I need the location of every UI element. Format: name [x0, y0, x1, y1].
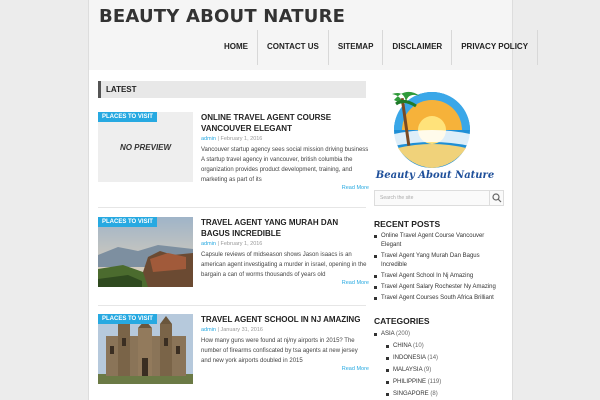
nav-contact-us[interactable]: CONTACT US [257, 30, 328, 65]
subcategory-name[interactable]: INDONESIA [393, 355, 426, 361]
post-date: January 31, 2016 [220, 327, 263, 333]
site-logo[interactable]: Beauty About Nature [374, 78, 496, 183]
meta-separator: | [217, 327, 219, 333]
post-author[interactable]: admin [201, 241, 216, 247]
subcategory-name[interactable]: SINGAPORE [393, 391, 429, 397]
recent-post-link[interactable]: Travel Agent School In Nj Amazing [374, 272, 504, 281]
post-date: February 1, 2016 [220, 136, 263, 142]
categories-title: CATEGORIES [374, 316, 430, 326]
category-badge[interactable]: PLACES TO VISIT [98, 112, 157, 122]
read-more-link[interactable]: Read More [342, 185, 369, 191]
post-excerpt: Capsule reviews of midseason shows Jason… [201, 252, 367, 278]
main-nav: HOME CONTACT US SITEMAP DISCLAIMER PRIVA… [215, 30, 539, 70]
subcategory-count: (119) [427, 379, 442, 385]
recent-post-link[interactable]: Travel Agent Yang Murah Dan Bagus Incred… [374, 252, 504, 270]
recent-post-link[interactable]: Travel Agent Salary Rochester Ny Amazing [374, 283, 504, 292]
post-date: February 1, 2016 [220, 241, 263, 247]
subcategory-list: CHINA (10) INDONESIA (14) MALAYSIA (9) P… [381, 342, 504, 399]
read-more-link[interactable]: Read More [342, 280, 369, 286]
post-thumbnail[interactable]: PLACES TO VISIT [98, 314, 193, 384]
no-preview-label: NO PREVIEW [119, 143, 172, 152]
post-author[interactable]: admin [201, 136, 216, 142]
post-item: PLACES TO VISIT TRAVEL AGENT SCHOOL IN N… [98, 314, 369, 400]
category-count: (200) [396, 331, 411, 337]
post-author[interactable]: admin [201, 327, 216, 333]
divider [98, 207, 366, 208]
subcategory-count: (10) [413, 343, 424, 349]
subcategory-item[interactable]: CHINA (10) [386, 342, 504, 351]
post-meta: admin | February 1, 2016 [201, 241, 262, 247]
recent-posts-list: Online Travel Agent Course Vancouver Ele… [374, 232, 504, 303]
meta-separator: | [217, 241, 219, 247]
cliff-landscape-image [98, 217, 193, 287]
nav-privacy-policy[interactable]: PRIVACY POLICY [451, 30, 539, 65]
categories-list: ASIA (200) CHINA (10) INDONESIA (14) MAL… [374, 330, 504, 400]
subcategory-item[interactable]: PHILIPPINE (119) [386, 378, 504, 387]
subcategory-name[interactable]: PHILIPPINE [393, 379, 426, 385]
read-more-link[interactable]: Read More [342, 366, 369, 372]
subcategory-item[interactable]: SINGAPORE (8) [386, 390, 504, 399]
nav-sitemap[interactable]: SITEMAP [327, 30, 383, 65]
post-title[interactable]: ONLINE TRAVEL AGENT COURSE VANCOUVER ELE… [201, 112, 369, 134]
site-header: BEAUTY ABOUT NATURE HOME CONTACT US SITE… [88, 0, 539, 70]
gothic-building-image [98, 314, 193, 384]
meta-separator: | [217, 136, 219, 142]
subcategory-name[interactable]: MALAYSIA [393, 367, 422, 373]
recent-post-link[interactable]: Online Travel Agent Course Vancouver Ele… [374, 232, 504, 250]
subcategory-count: (8) [430, 391, 438, 397]
category-badge[interactable]: PLACES TO VISIT [98, 217, 157, 227]
divider [98, 305, 366, 306]
post-excerpt: How many guns were found at nj/ny airpor… [201, 338, 358, 364]
nav-home[interactable]: HOME [215, 30, 257, 65]
post-thumbnail[interactable]: PLACES TO VISIT NO PREVIEW [98, 112, 193, 182]
post-item: PLACES TO VISIT NO PREVIEW ONLINE TRAVEL… [98, 112, 369, 202]
post-title[interactable]: TRAVEL AGENT YANG MURAH DAN BAGUS INCRED… [201, 217, 369, 239]
post-meta: admin | February 1, 2016 [201, 136, 262, 142]
search-icon [492, 193, 502, 203]
logo-text: Beauty About Nature [375, 170, 494, 181]
subcategory-item[interactable]: MALAYSIA (9) [386, 366, 504, 375]
site-title[interactable]: BEAUTY ABOUT NATURE [99, 6, 345, 27]
section-title: LATEST [98, 81, 366, 98]
content-area: LATEST PLACES TO VISIT NO PREVIEW ONLINE… [88, 70, 513, 400]
post-item: PLACES TO VISIT TRAVEL AGENT YANG MURAH … [98, 217, 369, 307]
logo-image: Beauty About Nature [375, 91, 494, 181]
subcategory-count: (14) [427, 355, 439, 361]
subcategory-count: (9) [423, 367, 432, 373]
category-item[interactable]: ASIA (200) CHINA (10) INDONESIA (14) MAL… [374, 330, 504, 399]
nav-disclaimer[interactable]: DISCLAIMER [382, 30, 451, 65]
recent-post-link[interactable]: Travel Agent Courses South Africa Brilli… [374, 294, 504, 303]
category-name[interactable]: ASIA [381, 331, 394, 337]
subcategory-name[interactable]: CHINA [393, 343, 411, 349]
search-button[interactable] [489, 191, 503, 205]
post-title[interactable]: TRAVEL AGENT SCHOOL IN NJ AMAZING [201, 314, 369, 325]
subcategory-item[interactable]: INDONESIA (14) [386, 354, 504, 363]
post-meta: admin | January 31, 2016 [201, 327, 263, 333]
search-box[interactable]: Search the site [374, 190, 504, 206]
recent-posts-title: RECENT POSTS [374, 219, 441, 229]
search-input[interactable]: Search the site [380, 195, 413, 201]
post-thumbnail[interactable]: PLACES TO VISIT [98, 217, 193, 287]
post-excerpt: Vancouver startup agency sees social mis… [201, 147, 369, 183]
category-badge[interactable]: PLACES TO VISIT [98, 314, 157, 324]
